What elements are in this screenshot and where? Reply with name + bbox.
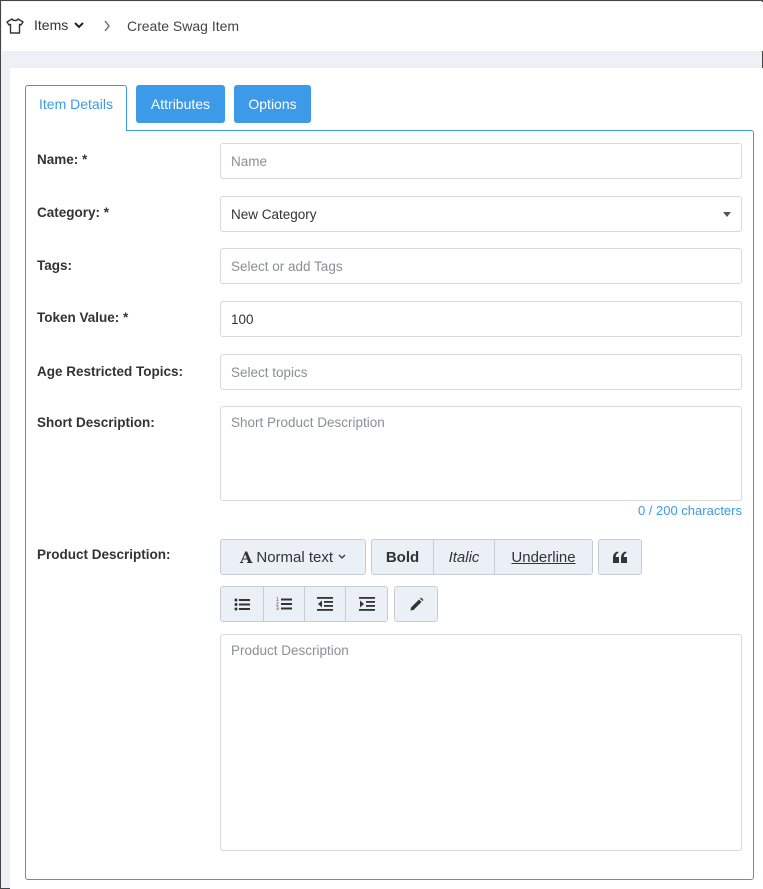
- numbered-list-icon: 1 2 3: [276, 597, 292, 611]
- bold-button[interactable]: Bold: [372, 540, 434, 574]
- svg-text:3: 3: [276, 606, 279, 611]
- name-input[interactable]: [231, 153, 731, 169]
- token-value-label: Token Value: *: [37, 310, 129, 325]
- chevron-down-icon: [338, 554, 346, 559]
- product-description-placeholder: Product Description: [231, 643, 349, 658]
- name-field[interactable]: [220, 143, 742, 179]
- bulleted-list-icon: [234, 598, 250, 610]
- edit-button[interactable]: [395, 587, 437, 621]
- top-bar: Items Create Swag Item: [2, 2, 763, 51]
- tags-label: Tags:: [37, 258, 73, 273]
- dropdown-caret-icon: [723, 212, 731, 217]
- category-select[interactable]: New Category: [220, 196, 742, 232]
- category-value: New Category: [231, 206, 317, 222]
- blockquote-button[interactable]: [599, 540, 641, 574]
- chevron-down-icon: [74, 22, 84, 29]
- character-counter: 0 / 200 characters: [637, 503, 742, 518]
- app-frame: Items Create Swag Item Item Details Attr…: [0, 0, 763, 889]
- list-group: 1 2 3: [220, 586, 388, 622]
- breadcrumb-items-dropdown[interactable]: Items: [34, 17, 84, 33]
- breadcrumb-current: Create Swag Item: [127, 18, 240, 34]
- italic-button[interactable]: Italic: [434, 540, 495, 574]
- format-group: Bold Italic Underline: [371, 539, 593, 575]
- outdent-button[interactable]: [305, 587, 346, 621]
- underline-button[interactable]: Underline: [495, 540, 592, 574]
- numbered-list-button[interactable]: 1 2 3: [264, 587, 305, 621]
- short-description-placeholder: Short Product Description: [231, 415, 385, 430]
- age-restricted-placeholder: Select topics: [231, 364, 308, 380]
- short-description-textarea[interactable]: Short Product Description: [220, 406, 742, 501]
- quote-group: [598, 539, 642, 575]
- font-icon: A: [239, 547, 253, 567]
- tab-options[interactable]: Options: [234, 85, 311, 123]
- product-description-editor[interactable]: Product Description: [220, 634, 742, 851]
- bulleted-list-button[interactable]: [221, 587, 264, 621]
- edit-group: [394, 586, 438, 622]
- outdent-icon: [317, 597, 333, 611]
- quote-icon: [613, 551, 627, 563]
- tshirt-icon: [6, 18, 24, 34]
- text-style-dropdown[interactable]: A Normal text: [221, 540, 365, 574]
- text-style-group: A Normal text: [220, 539, 366, 575]
- indent-button[interactable]: [346, 587, 387, 621]
- tab-item-details[interactable]: Item Details: [25, 85, 127, 131]
- age-restricted-label: Age Restricted Topics:: [37, 364, 184, 379]
- token-value: 100: [231, 311, 254, 327]
- token-value-field[interactable]: 100: [220, 301, 742, 337]
- chevron-right-icon: [104, 20, 110, 32]
- product-description-label: Product Description:: [37, 547, 171, 562]
- tags-input[interactable]: Select or add Tags: [220, 248, 742, 284]
- short-description-label: Short Description:: [37, 415, 155, 430]
- tags-placeholder: Select or add Tags: [231, 258, 343, 274]
- pencil-icon: [410, 597, 423, 610]
- text-style-label: Normal text: [256, 548, 334, 566]
- tab-attributes[interactable]: Attributes: [136, 85, 225, 123]
- age-restricted-select[interactable]: Select topics: [220, 354, 742, 390]
- breadcrumb-items-label: Items: [34, 17, 69, 33]
- category-label: Category: *: [37, 205, 110, 220]
- item-details-form: Name: * Category: * New Category Tags: S…: [25, 130, 754, 880]
- indent-icon: [358, 597, 375, 611]
- name-label: Name: *: [37, 152, 88, 167]
- main-panel: Item Details Attributes Options Name: * …: [10, 68, 763, 889]
